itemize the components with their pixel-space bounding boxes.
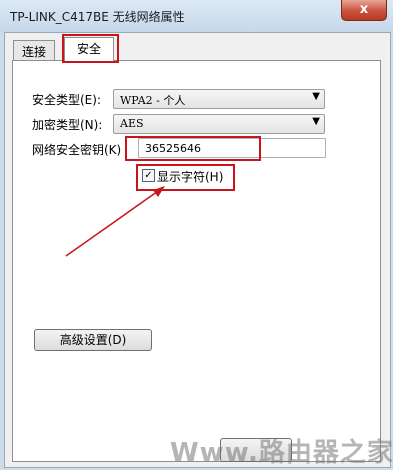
watermark: Www.路由器之家	[170, 438, 393, 468]
tab-security-highlight	[62, 34, 119, 63]
annotation-arrow	[65, 186, 165, 257]
advanced-settings-button[interactable]: 高级设置(D)	[34, 329, 152, 351]
